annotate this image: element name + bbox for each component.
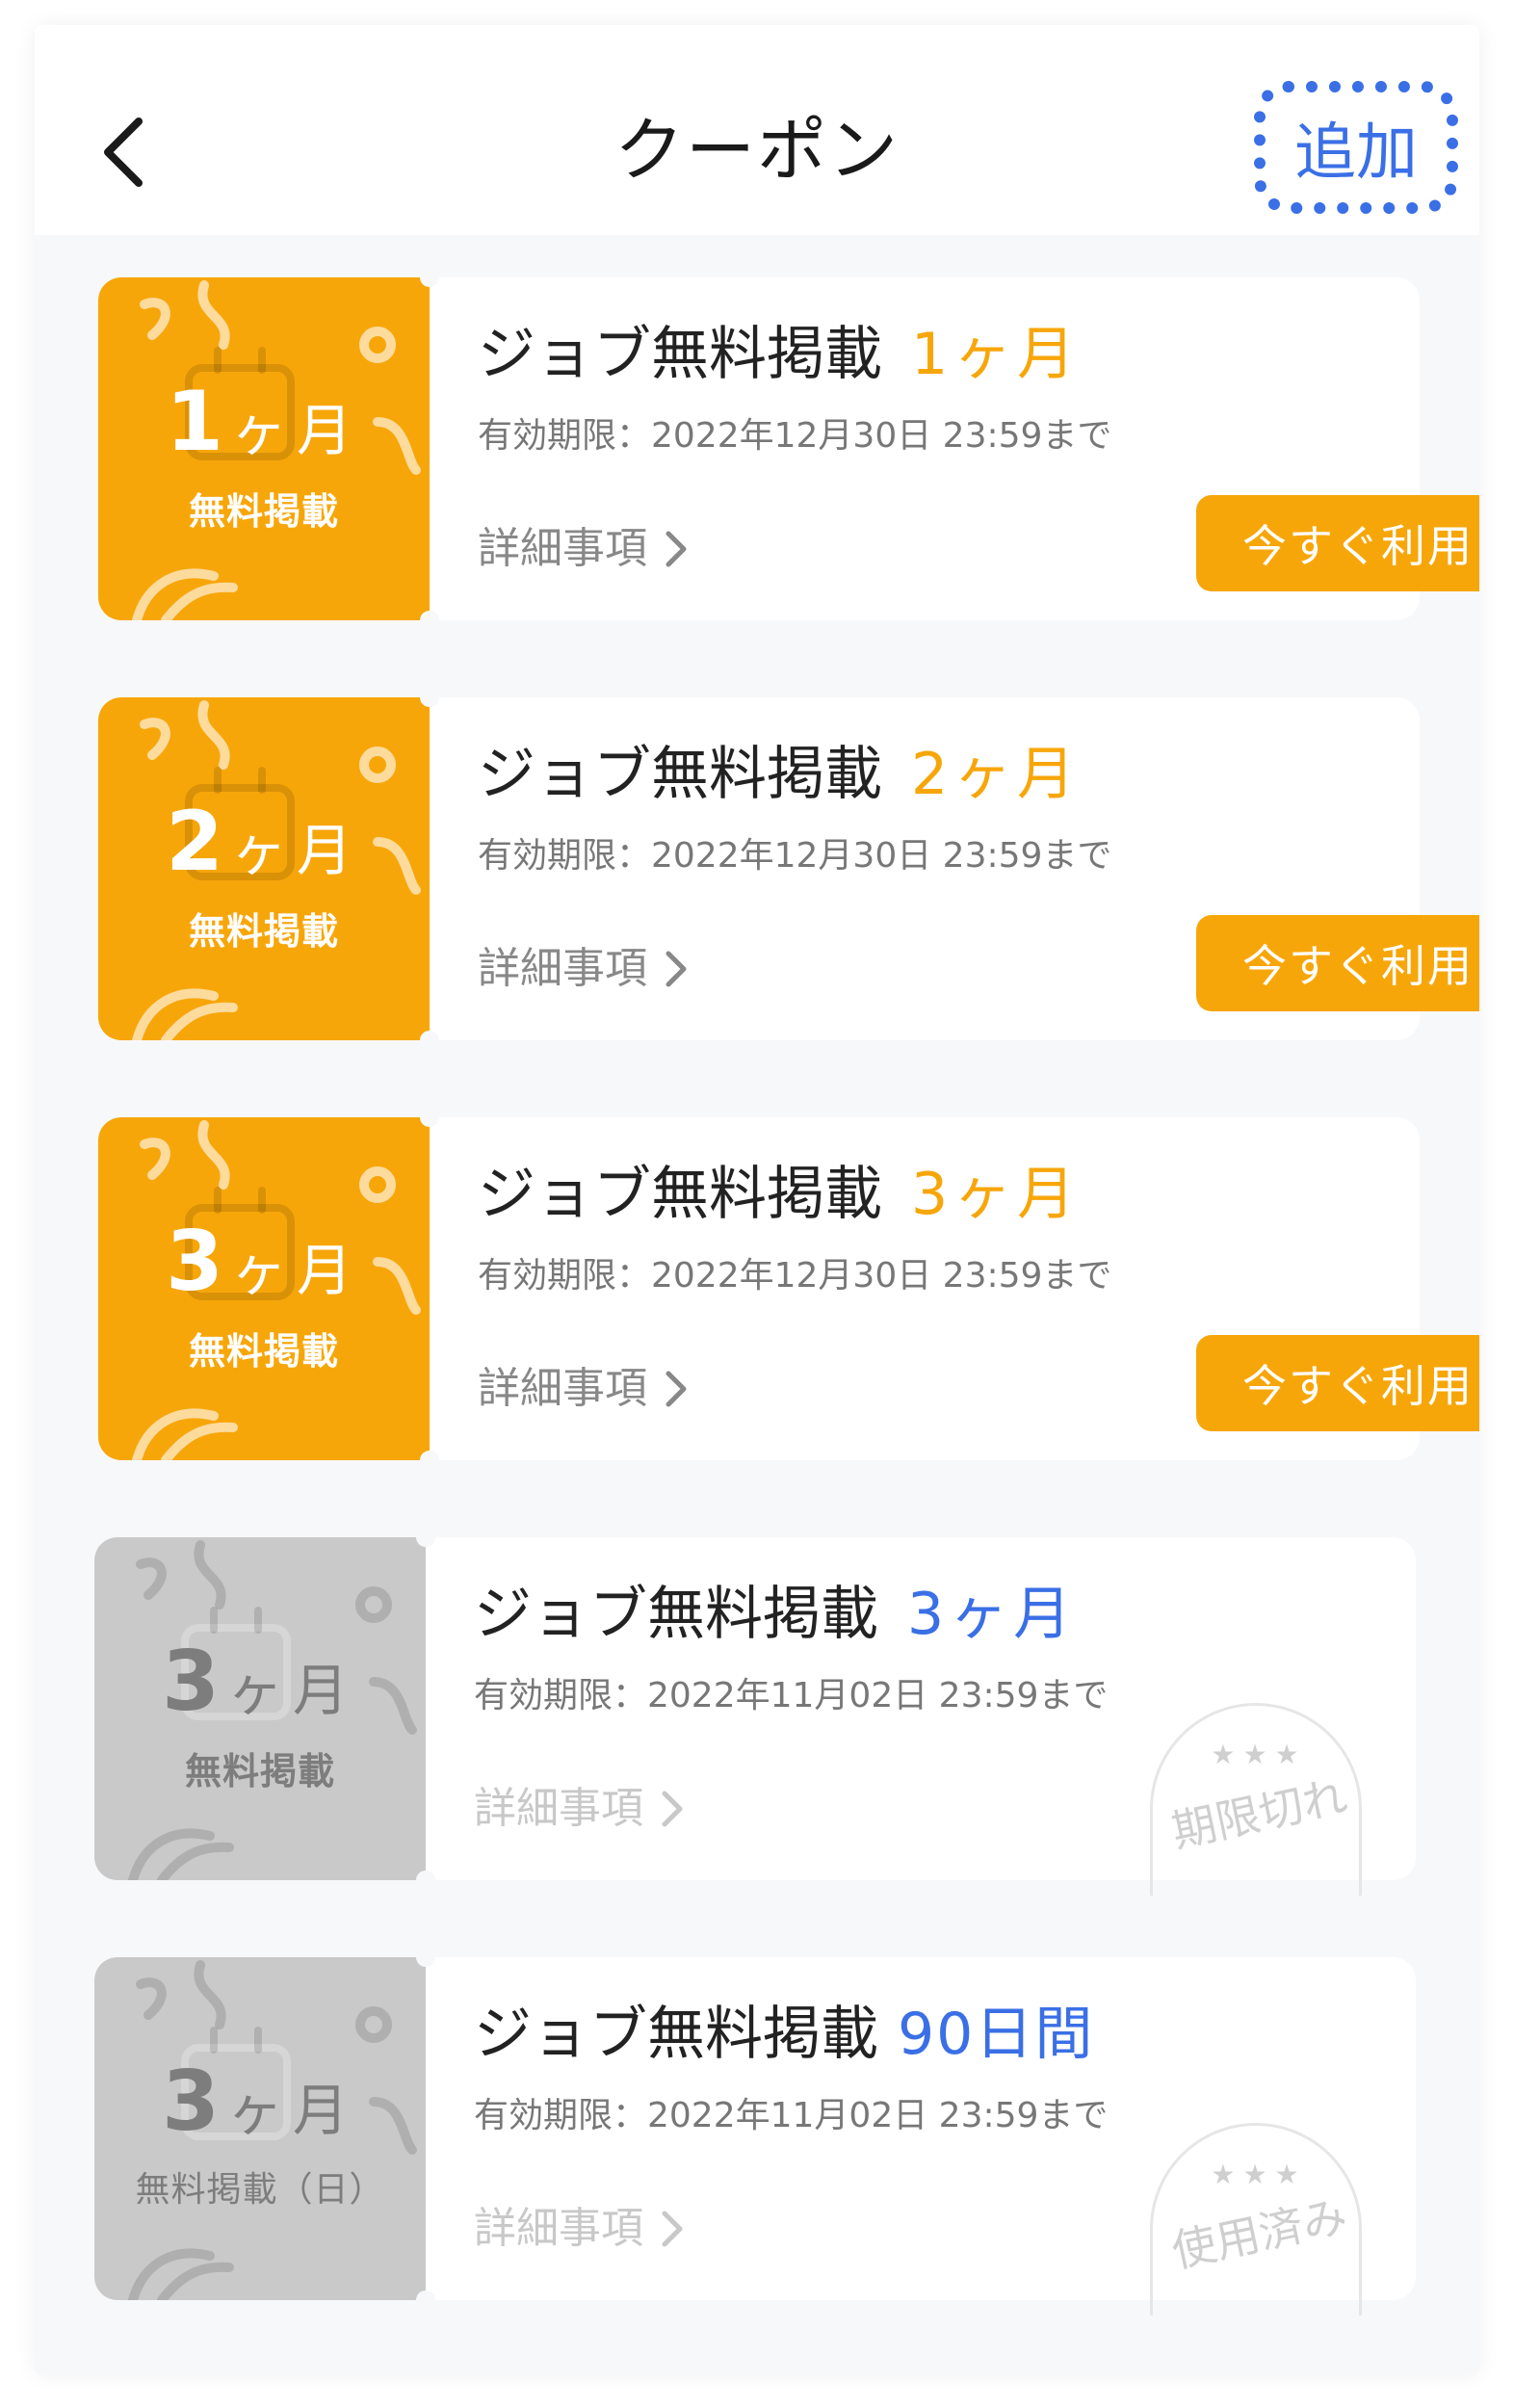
used-stamp: ★★★ 使用済み xyxy=(1150,2123,1362,2316)
ticket-notch xyxy=(420,688,439,707)
details-label: 詳細事項 xyxy=(474,1784,643,1833)
ticket-notch xyxy=(420,1031,439,1050)
coupon-title: ジョブ無料掲載 90日間 xyxy=(474,1996,1094,2073)
coupon-ticket: 3 ヶ月 無料掲載 xyxy=(98,1117,430,1460)
expired-stamp: ★★★ 期限切れ xyxy=(1150,1703,1362,1896)
ticket-number: 3 xyxy=(166,1214,223,1310)
ticket-unit: ヶ月 xyxy=(226,2078,358,2143)
coupon-expiry: 有効期限：2022年11月02日 23:59まで xyxy=(474,1676,1109,1715)
coupon-info: ジョブ無料掲載 90日間 有効期限：2022年11月02日 23:59まで 詳細事… xyxy=(474,1957,1416,2316)
coupon-name: ジョブ無料掲載 xyxy=(478,741,882,808)
coupon-card: 2 ヶ月 無料掲載 ジョブ無料掲載 2ヶ月 有効期限：2022年12月30日 23:… xyxy=(98,688,1479,1050)
ticket-notch xyxy=(420,611,439,630)
coupon-duration: 90日間 xyxy=(898,2001,1095,2068)
ticket-months: 3 ヶ月 xyxy=(94,1634,426,1739)
use-now-button[interactable]: 今すぐ利用 xyxy=(1196,915,1479,1011)
coupon-info: ジョブ無料掲載 3ヶ月 有効期限：2022年11月02日 23:59まで 詳細事項… xyxy=(474,1537,1416,1896)
details-label: 詳細事項 xyxy=(478,1364,647,1413)
coupon-duration: 3ヶ月 xyxy=(907,1581,1078,1648)
ticket-months: 3 ヶ月 xyxy=(98,1214,430,1319)
add-button[interactable]: 追加 xyxy=(1254,81,1458,214)
ticket-notch xyxy=(420,1451,439,1470)
coupon-name: ジョブ無料掲載 xyxy=(474,2001,878,2068)
chevron-right-icon xyxy=(661,1790,684,1828)
ticket-notch xyxy=(416,1528,435,1547)
coupon-ticket: 1 ヶ月 無料掲載 xyxy=(98,277,430,620)
coupon-info: ジョブ無料掲載 3ヶ月 有効期限：2022年12月30日 23:59まで 詳細事項… xyxy=(478,1117,1479,1460)
details-label: 詳細事項 xyxy=(478,944,647,993)
ticket-number: 3 xyxy=(162,2054,220,2150)
coupon-name: ジョブ無料掲載 xyxy=(478,321,882,388)
ticket-label: 無料掲載 xyxy=(188,490,339,533)
ticket-notch xyxy=(416,2290,435,2310)
stamp-text: 使用済み xyxy=(1167,2189,1352,2278)
ticket-notch xyxy=(420,268,439,287)
ticket-label: 無料掲載（日） xyxy=(135,2170,385,2210)
ticket-notch xyxy=(416,1871,435,1890)
ticket-unit: ヶ月 xyxy=(230,398,362,463)
coupon-duration: 3ヶ月 xyxy=(911,1161,1082,1228)
coupon-title: ジョブ無料掲載 3ヶ月 xyxy=(478,1156,1081,1233)
details-link[interactable]: 詳細事項 xyxy=(478,520,688,578)
coupon-ticket: 3 ヶ月 無料掲載 xyxy=(94,1537,426,1880)
ticket-number: 2 xyxy=(166,794,223,890)
coupon-expiry: 有効期限：2022年12月30日 23:59まで xyxy=(478,416,1112,456)
chevron-right-icon xyxy=(665,1370,688,1408)
coupon-card: 1 ヶ月 無料掲載 ジョブ無料掲載 1ヶ月 有効期限：2022年12月30日 23:… xyxy=(98,268,1479,630)
ticket-notch xyxy=(416,1948,435,1967)
details-label: 詳細事項 xyxy=(478,524,647,573)
coupon-screen: クーポン 追加 1 ヶ月 無料掲載 ジョブ無料掲載 1ヶ月 有効期限：2022年… xyxy=(35,25,1479,2375)
ticket-label: 無料掲載 xyxy=(188,910,339,953)
coupon-ticket: 3 ヶ月 無料掲載（日） xyxy=(94,1957,426,2300)
ticket-notch xyxy=(420,1108,439,1127)
ticket-months: 1 ヶ月 xyxy=(98,374,430,479)
ticket-unit: ヶ月 xyxy=(230,1238,362,1303)
chevron-right-icon xyxy=(665,530,688,568)
details-link[interactable]: 詳細事項 xyxy=(474,1780,684,1838)
coupon-duration: 2ヶ月 xyxy=(911,741,1082,808)
ticket-months: 3 ヶ月 xyxy=(94,2054,426,2159)
coupon-name: ジョブ無料掲載 xyxy=(478,1161,882,1228)
coupon-card: 3 ヶ月 無料掲載（日） ジョブ無料掲載 90日間 有効期限：2022年11月02日… xyxy=(94,1948,1416,2316)
details-link[interactable]: 詳細事項 xyxy=(478,940,688,998)
coupon-info: ジョブ無料掲載 2ヶ月 有効期限：2022年12月30日 23:59まで 詳細事項… xyxy=(478,697,1479,1040)
ticket-unit: ヶ月 xyxy=(230,818,362,883)
ticket-months: 2 ヶ月 xyxy=(98,794,430,899)
coupon-duration: 1ヶ月 xyxy=(911,321,1082,388)
chevron-right-icon xyxy=(661,2210,684,2248)
details-label: 詳細事項 xyxy=(474,2204,643,2253)
app-header: クーポン 追加 xyxy=(35,25,1479,235)
ticket-unit: ヶ月 xyxy=(226,1658,358,1723)
coupon-info: ジョブ無料掲載 1ヶ月 有効期限：2022年12月30日 23:59まで 詳細事項… xyxy=(478,277,1479,620)
ticket-number: 1 xyxy=(166,374,223,470)
ticket-number: 3 xyxy=(162,1634,220,1730)
coupon-name: ジョブ無料掲載 xyxy=(474,1581,878,1648)
details-link[interactable]: 詳細事項 xyxy=(478,1360,688,1418)
chevron-right-icon xyxy=(665,950,688,988)
ticket-label: 無料掲載 xyxy=(188,1330,339,1373)
coupon-expiry: 有効期限：2022年12月30日 23:59まで xyxy=(478,836,1112,876)
coupon-ticket: 2 ヶ月 無料掲載 xyxy=(98,697,430,1040)
coupon-expiry: 有効期限：2022年11月02日 23:59まで xyxy=(474,2096,1109,2135)
use-now-button[interactable]: 今すぐ利用 xyxy=(1196,1335,1479,1431)
stamp-text: 期限切れ xyxy=(1167,1769,1352,1858)
coupon-title: ジョブ無料掲載 2ヶ月 xyxy=(478,736,1081,813)
coupon-expiry: 有効期限：2022年12月30日 23:59まで xyxy=(478,1256,1112,1296)
details-link[interactable]: 詳細事項 xyxy=(474,2200,684,2258)
coupon-card: 3 ヶ月 無料掲載 ジョブ無料掲載 3ヶ月 有効期限：2022年12月30日 23:… xyxy=(98,1108,1479,1470)
coupon-title: ジョブ無料掲載 1ヶ月 xyxy=(478,316,1081,393)
use-now-button[interactable]: 今すぐ利用 xyxy=(1196,495,1479,591)
coupon-card: 3 ヶ月 無料掲載 ジョブ無料掲載 3ヶ月 有効期限：2022年11月02日 23:… xyxy=(94,1528,1416,1896)
ticket-label: 無料掲載 xyxy=(184,1750,335,1793)
coupon-title: ジョブ無料掲載 3ヶ月 xyxy=(474,1576,1077,1653)
